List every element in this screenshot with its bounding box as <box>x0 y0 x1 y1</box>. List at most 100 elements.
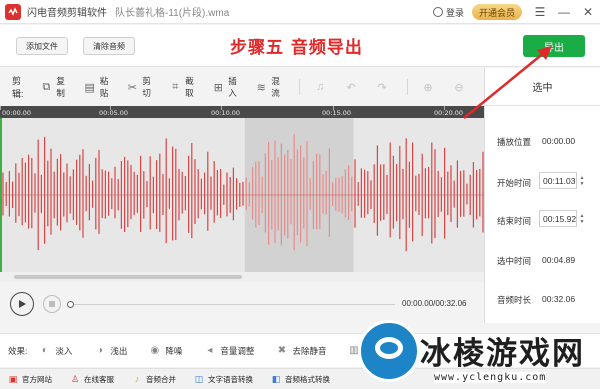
timeline-ruler[interactable]: 00:00.00 00:05.00 00:10.00 00:15.00 00:2… <box>0 106 484 118</box>
scrollbar-thumb[interactable] <box>14 275 242 279</box>
app-title: 闪电音频剪辑软件 <box>27 8 107 19</box>
time-readout: 00:00.00/00:32.06 <box>402 299 467 308</box>
watermark: 冰棱游戏网 www.yclengku.com <box>350 318 600 389</box>
edit-toolbar-label: 剪辑: <box>12 76 24 99</box>
fade-out-label: 浅出 <box>110 345 128 356</box>
tts-link[interactable]: ◫ 文字语音转换 <box>194 374 253 385</box>
undo-button[interactable]: ↶ <box>345 81 362 94</box>
duration-label: 音频时长 <box>497 295 532 305</box>
volume-label: 音量调整 <box>220 345 255 356</box>
start-time-input[interactable]: 00:11.03 <box>539 172 577 189</box>
selection-panel-header: 选中 <box>485 68 600 106</box>
headphones-button[interactable]: ♫ <box>314 81 331 93</box>
add-file-button[interactable]: 添加文件 <box>16 37 68 55</box>
cut-button[interactable]: ✂ 剪切 <box>127 75 156 99</box>
waveform-svg[interactable] <box>0 118 484 272</box>
minimize-icon[interactable]: — <box>552 0 576 24</box>
timeline-tick-label: 00:10.00 <box>211 109 241 117</box>
copy-button[interactable]: ⧉ 复制 <box>41 75 70 99</box>
selection-panel: 选中 播放位置 00:00.00 开始时间 00:11.03 ▲ ▼ 结束时间 0… <box>484 68 600 323</box>
login-button[interactable]: 登录 <box>432 6 464 19</box>
merge-link[interactable]: ♪ 音频合并 <box>132 374 176 385</box>
toolbar-divider <box>299 79 301 95</box>
duration-value: 00:32.06 <box>542 294 576 304</box>
tts-label: 文字语音转换 <box>208 374 253 384</box>
undo-icon: ↶ <box>346 81 356 94</box>
step-title: 步骤五 音频导出 <box>230 38 363 58</box>
toolbar-divider <box>407 79 408 95</box>
cut-label: 剪切 <box>142 76 151 98</box>
format-icon: ◧ <box>271 373 281 384</box>
crop-label: 截取 <box>185 76 194 98</box>
play-position-value: 00:00.00 <box>542 136 576 146</box>
vip-label: 开通会员 <box>478 7 515 18</box>
redo-button[interactable]: ↷ <box>376 81 393 94</box>
title-bar: 闪电音频剪辑软件 队长薔礼格-11(片段).wma 登录 开通会员 ☰ — ✕ <box>0 0 600 24</box>
stop-icon <box>49 301 55 307</box>
progress-knob[interactable] <box>67 301 74 308</box>
zoom-out-button[interactable]: ⊖ <box>453 81 470 94</box>
progress-track[interactable] <box>70 304 395 305</box>
close-icon[interactable]: ✕ <box>576 0 600 24</box>
start-time-stepper[interactable]: ▲ ▼ <box>578 172 586 189</box>
denoise-icon: ◉ <box>150 345 160 356</box>
selected-time-label: 选中时间 <box>497 256 532 266</box>
play-icon <box>19 300 26 308</box>
crop-icon: ⌗ <box>172 80 179 93</box>
timeline-tick-label: 00:20.00 <box>434 109 464 117</box>
playback-bar: 00:00.00/00:32.06 <box>0 284 484 322</box>
merge-label: 音频合并 <box>146 374 176 384</box>
export-button[interactable]: 导出 <box>523 35 585 57</box>
paste-label: 粘贴 <box>99 76 109 98</box>
insert-icon: ⊞ <box>213 81 223 94</box>
mix-icon: ≋ <box>256 81 266 94</box>
format-label: 音频格式转换 <box>285 374 330 384</box>
tts-icon: ◫ <box>194 373 204 384</box>
remove-silence-button[interactable]: ✖ 去除静音 <box>276 345 327 357</box>
denoise-label: 降噪 <box>165 345 183 356</box>
website-link[interactable]: ▣ 官方网站 <box>8 374 52 385</box>
support-link[interactable]: ♙ 在线客服 <box>70 374 114 385</box>
edit-toolbar: 剪辑: ⧉ 复制 ▤ 粘贴 ✂ 剪切 ⌗ 截取 ⊞ 插入 ≋ 混流 ♫ ↶ ↷ … <box>0 72 484 102</box>
clear-audio-button[interactable]: 清除音频 <box>83 37 135 55</box>
horizontal-scrollbar[interactable] <box>0 272 484 282</box>
mix-label: 混流 <box>271 76 280 98</box>
fade-out-button[interactable]: ◑ 浅出 <box>94 345 128 357</box>
zoom-in-icon: ⊕ <box>423 81 433 94</box>
play-button[interactable] <box>10 292 34 316</box>
denoise-button[interactable]: ◉ 降噪 <box>149 345 183 357</box>
paste-button[interactable]: ▤ 粘贴 <box>84 75 113 99</box>
watermark-url: www.yclengku.com <box>434 372 547 383</box>
crop-button[interactable]: ⌗ 截取 <box>170 75 199 99</box>
paste-icon: ▤ <box>84 81 95 94</box>
end-time-stepper[interactable]: ▲ ▼ <box>578 210 586 227</box>
play-position-label: 播放位置 <box>497 137 532 147</box>
watermark-text: 冰棱游戏网 <box>420 336 585 372</box>
zoom-in-button[interactable]: ⊕ <box>422 81 439 94</box>
fade-in-label: 淡入 <box>55 345 73 356</box>
support-icon: ♙ <box>70 373 80 384</box>
support-label: 在线客服 <box>84 374 114 384</box>
end-time-input[interactable]: 00:15.92 <box>539 210 577 227</box>
timeline-tick-label: 00:15.00 <box>322 109 352 117</box>
insert-label: 插入 <box>228 76 237 98</box>
menu-icon[interactable]: ☰ <box>528 0 552 24</box>
volume-button[interactable]: ◂ 音量调整 <box>204 345 254 357</box>
effects-label: 效果: <box>8 345 28 356</box>
action-bar: 添加文件 清除音频 步骤五 音频导出 导出 <box>0 25 600 67</box>
stop-button[interactable] <box>43 295 61 313</box>
mute-remove-icon: ✖ <box>277 345 287 356</box>
mix-button[interactable]: ≋ 混流 <box>256 75 285 99</box>
volume-icon: ◂ <box>207 345 213 356</box>
copy-icon: ⧉ <box>42 80 51 93</box>
login-label: 登录 <box>445 7 464 18</box>
fade-in-button[interactable]: ◐ 淡入 <box>39 345 73 357</box>
headphones-icon: ♫ <box>316 81 325 93</box>
copy-label: 复制 <box>56 76 65 98</box>
timeline-tick-label: 00:00.00 <box>2 109 32 117</box>
insert-button[interactable]: ⊞ 插入 <box>213 75 242 99</box>
waveform-canvas[interactable] <box>0 118 484 272</box>
website-label: 官方网站 <box>22 374 52 384</box>
format-link[interactable]: ◧ 音频格式转换 <box>271 374 330 385</box>
vip-button[interactable]: 开通会员 <box>471 4 522 20</box>
